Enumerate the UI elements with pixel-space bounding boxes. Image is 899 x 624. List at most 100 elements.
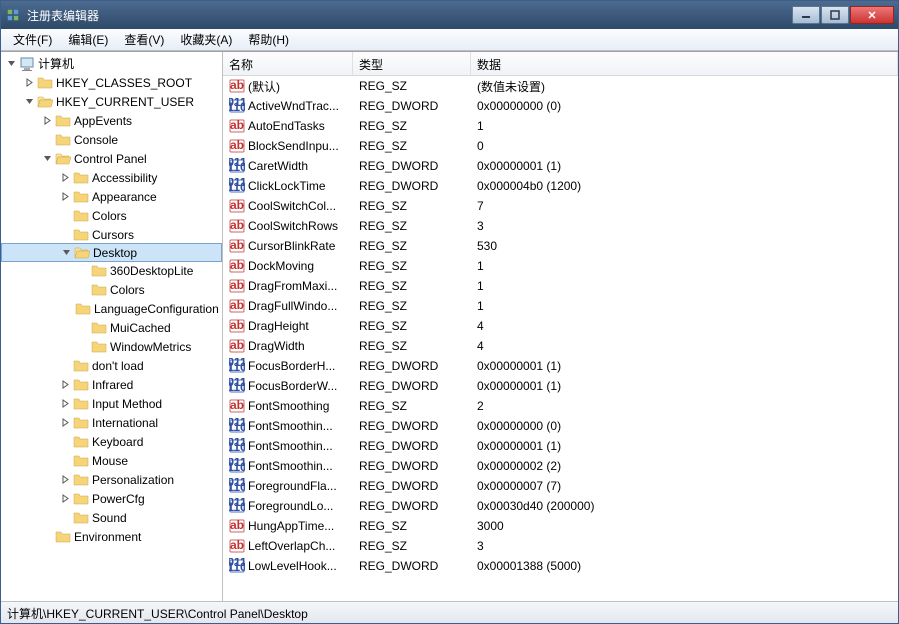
list-row[interactable]: abCursorBlinkRateREG_SZ530: [223, 236, 898, 256]
tree-toggle-icon[interactable]: [57, 192, 73, 201]
tree-node[interactable]: Appearance: [1, 187, 222, 206]
list-row[interactable]: 011110FontSmoothin...REG_DWORD0x00000000…: [223, 416, 898, 436]
value-name: FontSmoothing: [248, 399, 329, 413]
list-row[interactable]: ab(默认)REG_SZ(数值未设置): [223, 76, 898, 96]
tree-label: don't load: [92, 359, 148, 373]
tree-node[interactable]: Colors: [1, 280, 222, 299]
tree-node[interactable]: Console: [1, 130, 222, 149]
tree-toggle-icon[interactable]: [3, 59, 19, 68]
list-row[interactable]: abDragHeightREG_SZ4: [223, 316, 898, 336]
value-type: REG_DWORD: [353, 479, 471, 493]
folder-icon: [55, 529, 71, 545]
column-header-type[interactable]: 类型: [353, 52, 471, 75]
tree-node[interactable]: Infrared: [1, 375, 222, 394]
menu-view[interactable]: 查看(V): [116, 29, 172, 50]
minimize-button[interactable]: [792, 6, 820, 24]
tree-node[interactable]: Mouse: [1, 451, 222, 470]
list-row[interactable]: 011110FocusBorderH...REG_DWORD0x00000001…: [223, 356, 898, 376]
tree-node[interactable]: Accessibility: [1, 168, 222, 187]
list-row[interactable]: abAutoEndTasksREG_SZ1: [223, 116, 898, 136]
string-value-icon: ab: [229, 318, 245, 334]
tree-node[interactable]: Environment: [1, 527, 222, 546]
close-button[interactable]: [850, 6, 894, 24]
tree-node[interactable]: International: [1, 413, 222, 432]
svg-text:ab: ab: [230, 298, 244, 312]
list-row[interactable]: 011110ClickLockTimeREG_DWORD0x000004b0 (…: [223, 176, 898, 196]
list-row[interactable]: abHungAppTime...REG_SZ3000: [223, 516, 898, 536]
tree-node[interactable]: MuiCached: [1, 318, 222, 337]
value-data: 0: [471, 139, 898, 153]
folder-icon: [73, 415, 89, 431]
menu-help[interactable]: 帮助(H): [240, 29, 297, 50]
tree-node[interactable]: Cursors: [1, 225, 222, 244]
string-value-icon: ab: [229, 258, 245, 274]
tree-toggle-icon[interactable]: [57, 399, 73, 408]
list-pane[interactable]: 名称 类型 数据 ab(默认)REG_SZ(数值未设置)011110Active…: [223, 52, 898, 601]
value-data: 530: [471, 239, 898, 253]
string-value-icon: ab: [229, 78, 245, 94]
list-row[interactable]: 011110LowLevelHook...REG_DWORD0x00001388…: [223, 556, 898, 576]
value-data: 0x000004b0 (1200): [471, 179, 898, 193]
tree-root[interactable]: 计算机: [1, 54, 222, 73]
column-header-data[interactable]: 数据: [471, 52, 898, 75]
tree-node[interactable]: HKEY_CLASSES_ROOT: [1, 73, 222, 92]
list-row[interactable]: 011110FontSmoothin...REG_DWORD0x00000001…: [223, 436, 898, 456]
tree-label: HKEY_CLASSES_ROOT: [56, 76, 196, 90]
tree-label: Colors: [110, 283, 149, 297]
tree-node[interactable]: PowerCfg: [1, 489, 222, 508]
tree-toggle-icon[interactable]: [21, 97, 37, 106]
tree-toggle-icon[interactable]: [39, 154, 55, 163]
list-row[interactable]: abDockMovingREG_SZ1: [223, 256, 898, 276]
menu-favorites[interactable]: 收藏夹(A): [172, 29, 240, 50]
value-type: REG_DWORD: [353, 499, 471, 513]
svg-text:ab: ab: [230, 538, 244, 552]
maximize-button[interactable]: [821, 6, 849, 24]
list-row[interactable]: abCoolSwitchRowsREG_SZ3: [223, 216, 898, 236]
column-header-name[interactable]: 名称: [223, 52, 353, 75]
tree-node[interactable]: 360DesktopLite: [1, 261, 222, 280]
value-type: REG_DWORD: [353, 379, 471, 393]
tree-toggle-icon[interactable]: [21, 78, 37, 87]
list-row[interactable]: abDragFullWindo...REG_SZ1: [223, 296, 898, 316]
list-row[interactable]: 011110CaretWidthREG_DWORD0x00000001 (1): [223, 156, 898, 176]
tree-node[interactable]: Colors: [1, 206, 222, 225]
list-row[interactable]: 011110ActiveWndTrac...REG_DWORD0x0000000…: [223, 96, 898, 116]
tree-node[interactable]: HKEY_CURRENT_USER: [1, 92, 222, 111]
tree-node[interactable]: don't load: [1, 356, 222, 375]
tree-toggle-icon[interactable]: [57, 173, 73, 182]
list-row[interactable]: 011110FocusBorderW...REG_DWORD0x00000001…: [223, 376, 898, 396]
list-row[interactable]: abBlockSendInpu...REG_SZ0: [223, 136, 898, 156]
tree-node[interactable]: AppEvents: [1, 111, 222, 130]
tree-node[interactable]: Sound: [1, 508, 222, 527]
tree-toggle-icon[interactable]: [57, 380, 73, 389]
tree-node[interactable]: Keyboard: [1, 432, 222, 451]
list-row[interactable]: abDragWidthREG_SZ4: [223, 336, 898, 356]
tree-toggle-icon[interactable]: [39, 116, 55, 125]
tree-toggle-icon[interactable]: [57, 475, 73, 484]
list-row[interactable]: 011110ForegroundLo...REG_DWORD0x00030d40…: [223, 496, 898, 516]
tree-toggle-icon[interactable]: [57, 418, 73, 427]
tree-toggle-icon[interactable]: [58, 248, 74, 257]
tree-node[interactable]: Desktop: [1, 243, 222, 262]
folder-icon: [74, 245, 90, 261]
tree-pane[interactable]: 计算机HKEY_CLASSES_ROOTHKEY_CURRENT_USERApp…: [1, 52, 223, 601]
tree-toggle-icon[interactable]: [57, 494, 73, 503]
list-row[interactable]: abCoolSwitchCol...REG_SZ7: [223, 196, 898, 216]
value-data: 0x00000001 (1): [471, 359, 898, 373]
tree-label: Personalization: [92, 473, 178, 487]
tree-node[interactable]: Input Method: [1, 394, 222, 413]
tree-node[interactable]: Control Panel: [1, 149, 222, 168]
list-row[interactable]: abFontSmoothingREG_SZ2: [223, 396, 898, 416]
dword-value-icon: 011110: [229, 378, 245, 394]
menu-edit[interactable]: 编辑(E): [60, 29, 116, 50]
list-row[interactable]: abDragFromMaxi...REG_SZ1: [223, 276, 898, 296]
list-row[interactable]: 011110ForegroundFla...REG_DWORD0x0000000…: [223, 476, 898, 496]
list-row[interactable]: 011110FontSmoothin...REG_DWORD0x00000002…: [223, 456, 898, 476]
menu-file[interactable]: 文件(F): [5, 29, 60, 50]
titlebar[interactable]: 注册表编辑器: [1, 1, 898, 29]
list-row[interactable]: abLeftOverlapCh...REG_SZ3: [223, 536, 898, 556]
tree-node[interactable]: LanguageConfiguration: [1, 299, 222, 318]
tree-node[interactable]: WindowMetrics: [1, 337, 222, 356]
value-type: REG_SZ: [353, 259, 471, 273]
tree-node[interactable]: Personalization: [1, 470, 222, 489]
